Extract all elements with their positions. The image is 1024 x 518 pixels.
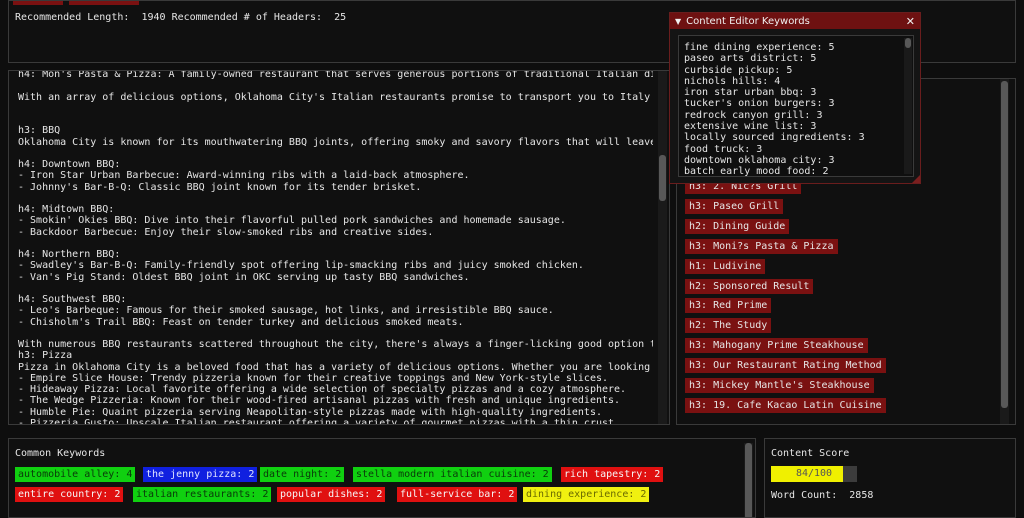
editor-line[interactable]: h4: Downtown BBQ: — [18, 159, 653, 170]
editor-line[interactable]: - Backdoor Barbecue: Enjoy their slow-sm… — [18, 227, 653, 238]
editor-line[interactable] — [18, 103, 653, 114]
keyword-item: locally sourced ingredients: 3 — [684, 132, 865, 144]
keywords-list: fine dining experience: 5 paseo arts dist… — [684, 42, 865, 177]
common-keywords-title: Common Keywords — [15, 448, 106, 459]
editor-line[interactable]: - Swadley's Bar-B-Q: Family-friendly spo… — [18, 260, 653, 271]
editor-text-area[interactable]: h4: Mon's Pasta & Pizza: A family-owned … — [18, 71, 653, 424]
keyword-chip[interactable]: popular dishes: 2 — [277, 487, 386, 502]
editor-line[interactable] — [18, 238, 653, 249]
header-tag[interactable]: h3: Mickey Mantle's Steakhouse — [685, 378, 874, 393]
editor-line[interactable]: h3: Pizza — [18, 350, 653, 361]
keywords-window[interactable]: ▼ Content Editor Keywords ✕ fine dining … — [669, 12, 921, 184]
editor-line[interactable]: h4: Northern BBQ: — [18, 249, 653, 260]
keywords-scrollbar[interactable] — [904, 38, 912, 174]
header-tag[interactable]: h3: Red Prime — [685, 298, 772, 314]
keyword-chip[interactable]: date night: 2 — [260, 467, 345, 482]
content-score-progress-bar: 84/100 — [771, 466, 857, 482]
recommended-headers-label: Recommended # of Headers: — [171, 12, 323, 23]
editor-line[interactable]: - Johnny's Bar-B-Q: Classic BBQ joint kn… — [18, 182, 653, 193]
toolbar-button-1[interactable] — [13, 1, 63, 5]
editor-line[interactable] — [18, 283, 653, 294]
editor-line[interactable]: - Leo's Barbeque: Famous for their smoke… — [18, 305, 653, 316]
word-count-label: Word Count: — [771, 490, 838, 501]
header-tag[interactable]: h3: Moni?s Pasta & Pizza — [685, 238, 838, 254]
keyword-chip[interactable]: the jenny pizza: 2 — [143, 467, 258, 482]
keyword-item: nichols hills: 4 — [684, 75, 781, 87]
word-count-value: 2858 — [849, 490, 874, 501]
keyword-item: tucker's onion burgers: 3 — [684, 98, 835, 110]
editor-line[interactable]: - Iron Star Urban Barbecue: Award-winnin… — [18, 170, 653, 181]
editor-line[interactable]: - Humble Pie: Quaint pizzeria serving Ne… — [18, 407, 653, 418]
editor-line[interactable]: - Smokin' Okies BBQ: Dive into their fla… — [18, 215, 653, 226]
common-keywords-panel: Common Keywords automobile alley: 4 the j… — [8, 438, 756, 518]
header-tag[interactable]: h3: Mahogany Prime Steakhouse — [685, 338, 868, 354]
editor-line[interactable]: Oklahoma City is known for its mouthwate… — [18, 137, 653, 148]
editor-line[interactable]: With an array of delicious options, Okla… — [18, 92, 653, 103]
editor-line[interactable] — [18, 148, 653, 159]
keywords-list-box: fine dining experience: 5 paseo arts dist… — [678, 35, 914, 177]
keyword-chip[interactable]: stella modern italian cuisine: 2 — [353, 467, 552, 482]
keyword-item: fine dining experience: 5 — [684, 42, 835, 53]
recommendation-line: Recommended Length: 1940 Recommended # o… — [15, 12, 346, 23]
keyword-chip[interactable]: rich tapestry: 2 — [561, 467, 664, 482]
header-tag[interactable]: h3: Paseo Grill — [685, 198, 784, 214]
editor-line[interactable]: h3: BBQ — [18, 125, 653, 136]
header-tag[interactable]: h1: Ludivine — [685, 258, 766, 274]
keyword-item: downtown oklahoma city: 3 — [684, 154, 835, 166]
keyword-item: curbside pickup: 5 — [684, 64, 793, 76]
editor-line[interactable] — [18, 80, 653, 91]
keyword-item: paseo arts district: 5 — [684, 53, 817, 65]
keyword-item: extensive wine list: 3 — [684, 121, 817, 133]
content-score-panel: Content Score 84/100 Word Count: 2858 — [764, 438, 1016, 518]
word-count-line: Word Count: 2858 — [771, 490, 873, 501]
editor-line[interactable]: - The Wedge Pizzeria: Known for their wo… — [18, 395, 653, 406]
editor-line[interactable]: h4: Mon's Pasta & Pizza: A family-owned … — [18, 71, 653, 80]
keywords-window-title: Content Editor Keywords — [686, 15, 810, 27]
editor-scrollbar[interactable] — [658, 71, 667, 424]
editor-line[interactable] — [18, 114, 653, 125]
keywords-window-titlebar[interactable]: ▼ Content Editor Keywords ✕ — [670, 13, 920, 29]
recommended-length-value: 1940 — [141, 12, 166, 23]
editor-scrollbar-thumb[interactable] — [659, 155, 666, 201]
header-tag[interactable]: h3: 19. Cafe Kacao Latin Cuisine — [685, 397, 886, 413]
keyword-item: batch early mood food: 2 — [684, 166, 829, 177]
content-score-value: 84/100 — [795, 468, 833, 479]
keyword-item: food truck: 3 — [684, 143, 763, 155]
header-tag[interactable]: h2: The Study — [685, 318, 772, 334]
editor-line[interactable]: With numerous BBQ restaurants scattered … — [18, 339, 653, 350]
keyword-chip[interactable]: full-service bar: 2 — [397, 487, 518, 502]
toolbar-button-2[interactable] — [69, 1, 139, 5]
editor-line[interactable]: h4: Southwest BBQ: — [18, 294, 653, 305]
editor-line[interactable]: - Pizzeria Gusto: Upscale Italian restau… — [18, 418, 653, 424]
headers-scrollbar[interactable] — [1000, 79, 1009, 424]
content-editor[interactable]: h4: Mon's Pasta & Pizza: A family-owned … — [8, 70, 670, 425]
headers-scrollbar-thumb[interactable] — [1001, 81, 1008, 408]
editor-line[interactable] — [18, 328, 653, 339]
editor-line[interactable]: - Empire Slice House: Trendy pizzeria kn… — [18, 373, 653, 384]
editor-line[interactable] — [18, 193, 653, 204]
common-keywords-scrollbar[interactable] — [744, 443, 753, 517]
recommended-length-label: Recommended Length: — [15, 12, 130, 23]
editor-line[interactable]: Pizza in Oklahoma City is a beloved food… — [18, 362, 653, 373]
editor-line[interactable]: - Hideaway Pizza: Local favorite offerin… — [18, 384, 653, 395]
common-keywords-scrollbar-thumb[interactable] — [745, 443, 752, 517]
header-tag[interactable]: h2: Dining Guide — [685, 218, 790, 234]
keyword-chip[interactable]: automobile alley: 4 — [15, 467, 136, 482]
collapse-triangle-icon[interactable]: ▼ — [675, 17, 681, 26]
editor-line[interactable]: - Van's Pig Stand: Oldest BBQ joint in O… — [18, 272, 653, 283]
keyword-item: iron star urban bbq: 3 — [684, 87, 817, 99]
content-score-title: Content Score — [771, 448, 850, 459]
editor-line[interactable]: h4: Midtown BBQ: — [18, 204, 653, 215]
keyword-chip[interactable]: dining experience: 2 — [523, 487, 650, 502]
header-tag[interactable]: h3: Our Restaurant Rating Method — [685, 358, 886, 374]
keyword-chip[interactable]: entire country: 2 — [15, 487, 124, 502]
header-tag[interactable]: h2: Sponsored Result — [685, 278, 814, 294]
recommended-headers-value: 25 — [334, 12, 347, 23]
keywords-scrollbar-thumb[interactable] — [905, 38, 911, 48]
close-icon[interactable]: ✕ — [906, 15, 915, 28]
keyword-chip[interactable]: italian restaurants: 2 — [133, 487, 272, 502]
resize-grip-icon[interactable] — [912, 175, 920, 183]
editor-line[interactable]: - Chisholm's Trail BBQ: Feast on tender … — [18, 317, 653, 328]
keyword-item: redrock canyon grill: 3 — [684, 109, 823, 121]
